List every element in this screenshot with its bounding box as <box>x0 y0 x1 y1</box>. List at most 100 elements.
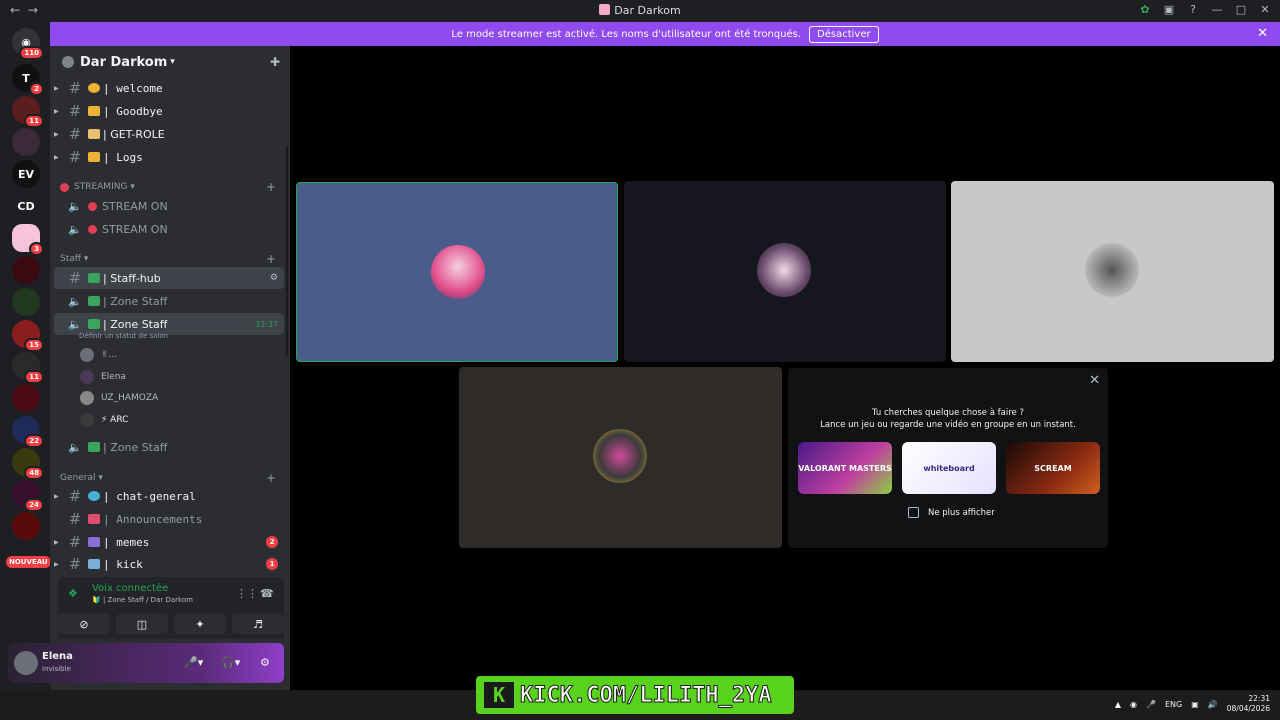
hash-icon: # <box>68 533 82 551</box>
noise-suppression-icon[interactable]: ⋮⋮ <box>236 587 258 600</box>
voice-channel-zone-staff[interactable]: 🔈 | Zone Staff <box>54 290 284 312</box>
avatar <box>757 243 811 297</box>
server-icon[interactable] <box>12 512 40 540</box>
video-tile-speaking[interactable] <box>296 182 618 362</box>
channel-get-role[interactable]: ▶ # | GET-ROLE <box>54 123 284 145</box>
voice-channel-stream-on[interactable]: 🔈 STREAM ON <box>54 195 284 217</box>
server-icon[interactable]: 11 <box>12 352 44 384</box>
video-tile[interactable] <box>459 367 782 548</box>
server-icon-ev[interactable]: EV <box>12 160 40 188</box>
chevron-up-icon[interactable]: ▲ <box>1115 700 1121 709</box>
avatar <box>1085 243 1139 297</box>
server-icon-active[interactable]: 3 <box>12 224 44 256</box>
microphone-icon[interactable]: 🎤 <box>1146 700 1156 709</box>
microphone-icon[interactable]: 🎤▾ <box>184 656 203 669</box>
banner-text: Le mode streamer est activé. Les noms d'… <box>451 28 802 40</box>
caret-icon: ▶ <box>54 153 59 161</box>
channel-welcome[interactable]: ▶ # | welcome <box>54 77 284 99</box>
soundboard-button[interactable]: ♬ <box>232 614 284 634</box>
signal-icon[interactable]: ❖ <box>68 587 78 600</box>
activity-whiteboard[interactable]: whiteboard <box>902 442 996 494</box>
badge: 2 <box>29 82 44 96</box>
server-icon[interactable] <box>12 288 40 316</box>
server-header[interactable]: Dar Darkom ▾ ✚ <box>50 46 290 78</box>
category-streaming[interactable]: STREAMING ▾ + <box>60 180 282 194</box>
voice-user[interactable]: Elena <box>80 368 126 386</box>
voice-user[interactable]: ✌... <box>80 346 117 364</box>
language-indicator[interactable]: ENG <box>1165 700 1182 709</box>
checkbox[interactable] <box>908 507 919 518</box>
channel-logs[interactable]: ▶ # | Logs <box>54 146 284 168</box>
add-channel-icon[interactable]: + <box>266 180 276 194</box>
close-icon[interactable]: ✕ <box>1257 26 1268 41</box>
voice-channel-zone-staff[interactable]: 🔈 | Zone Staff <box>54 436 284 458</box>
activities-button[interactable]: ✦ <box>174 614 226 634</box>
channel-chat-general[interactable]: ▶ # | chat-general <box>54 485 284 507</box>
help-icon[interactable]: ? <box>1186 3 1200 16</box>
disconnect-icon[interactable]: ☎ <box>260 587 274 600</box>
activity-scream[interactable]: SCREAM <box>1006 442 1100 494</box>
channel-memes[interactable]: ▶ # | memes 2 <box>54 531 284 553</box>
close-icon[interactable]: ✕ <box>1089 373 1100 388</box>
clock[interactable]: 22:31 08/04/2026 <box>1227 694 1270 714</box>
steam-icon[interactable]: ◉ <box>1130 700 1137 709</box>
mention-badge: 1 <box>266 558 278 570</box>
video-tile[interactable] <box>951 181 1274 362</box>
scrollbar[interactable] <box>286 146 288 356</box>
server-icon[interactable]: 15 <box>12 320 44 352</box>
server-icon[interactable]: 11 <box>12 96 44 128</box>
server-icon[interactable]: 48 <box>12 448 44 480</box>
server-icon[interactable]: 22 <box>12 416 44 448</box>
badge: 11 <box>24 370 44 384</box>
server-icon-cd[interactable]: CD <box>12 192 40 220</box>
activity-valorant[interactable]: VALORANT MASTERS <box>798 442 892 494</box>
network-icon[interactable]: ▣ <box>1191 700 1199 709</box>
server-icon[interactable] <box>12 384 40 412</box>
add-user-icon[interactable]: ✚ <box>270 55 280 69</box>
hash-icon: # <box>68 102 82 120</box>
red-circle-icon <box>88 201 97 211</box>
badge: 11 <box>24 114 44 128</box>
wave-icon <box>88 106 100 116</box>
dont-show-again-checkbox[interactable]: Ne plus afficher <box>908 507 995 518</box>
channel-staff-hub[interactable]: # | Staff-hub ⚙ <box>54 267 284 289</box>
badge: 15 <box>24 338 44 352</box>
server-icon[interactable]: 24 <box>12 480 44 512</box>
inbox-icon[interactable]: ▣ <box>1162 3 1176 16</box>
avatar <box>80 413 94 427</box>
speaker-icon: 🔈 <box>68 317 82 331</box>
headphones-icon[interactable]: 🎧▾ <box>221 656 240 669</box>
server-icon[interactable] <box>12 128 40 156</box>
add-channel-icon[interactable]: + <box>266 252 276 266</box>
video-tile[interactable] <box>624 181 946 362</box>
avatar[interactable] <box>14 651 38 675</box>
category-staff[interactable]: Staff ▾ + <box>60 252 282 266</box>
new-badge: NOUVEAU <box>6 556 51 568</box>
server-icon-t[interactable]: T2 <box>12 64 44 96</box>
close-window-button[interactable]: ✕ <box>1258 3 1272 16</box>
discord-home-icon[interactable]: ◉ 110 <box>12 28 44 60</box>
camera-off-button[interactable]: ⊘ <box>58 614 110 634</box>
voice-status-title[interactable]: Voix connectée <box>92 583 193 594</box>
voice-channel-stream-on[interactable]: 🔈 STREAM ON <box>54 218 284 240</box>
disable-streamer-button[interactable]: Désactiver <box>809 25 879 43</box>
minimize-button[interactable]: — <box>1210 3 1224 16</box>
voice-user[interactable]: ⚡ ARC <box>80 411 128 429</box>
channel-kick[interactable]: ▶ # | kick 1 <box>54 553 284 575</box>
screen-share-button[interactable]: ◫ <box>116 614 168 634</box>
volume-icon[interactable]: 🔊 <box>1208 700 1218 709</box>
channel-goodbye[interactable]: ▶ # | Goodbye <box>54 100 284 122</box>
voice-user[interactable]: UZ_HAMOZA <box>80 389 158 407</box>
caret-icon: ▶ <box>54 130 59 138</box>
settings-icon[interactable]: ⚙ <box>270 273 278 283</box>
voice-status-subtitle[interactable]: 🔰 | Zone Staff / Dar Darkom <box>92 596 193 604</box>
channel-announcements[interactable]: # | Announcements <box>54 508 284 530</box>
channel-status[interactable]: Définir un statut de salon <box>79 332 168 340</box>
activity-suggestion-card: ✕ Tu cherches quelque chose à faire ? La… <box>788 368 1108 548</box>
maximize-button[interactable]: □ <box>1234 3 1248 16</box>
add-channel-icon[interactable]: + <box>266 471 276 485</box>
settings-icon[interactable]: ⚙ <box>260 656 270 669</box>
category-general[interactable]: General ▾ + <box>60 471 282 485</box>
server-icon[interactable] <box>12 256 40 284</box>
leaf-icon[interactable]: ✿ <box>1138 3 1152 16</box>
